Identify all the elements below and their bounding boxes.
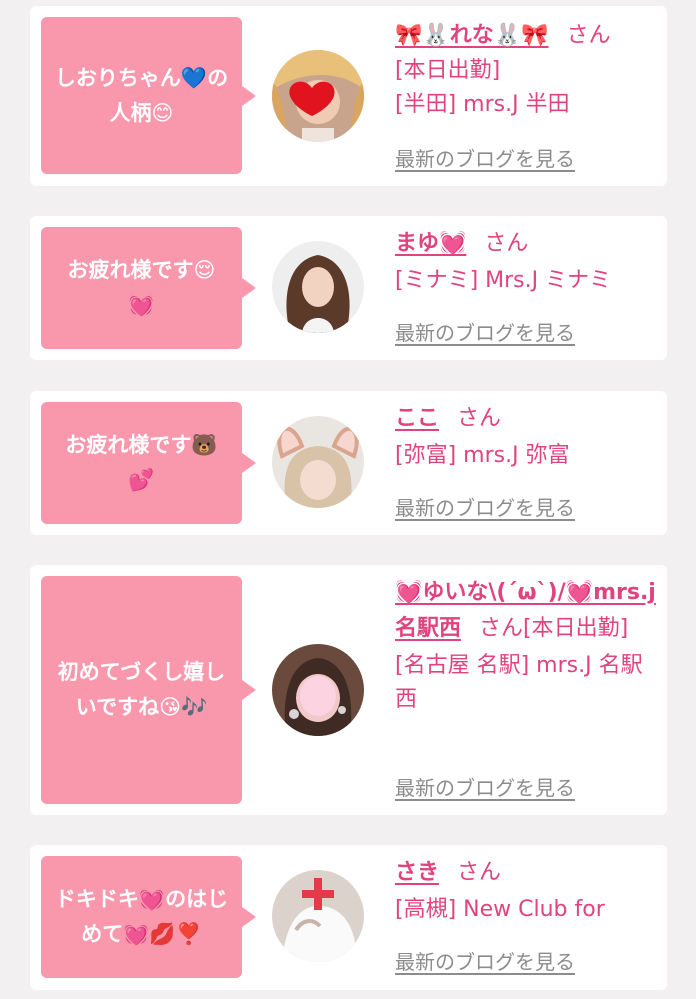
entry-info: ここ さん [弥富] mrs.J 弥富 [395,401,663,473]
cast-name-link[interactable]: 🎀🐰れな🐰🎀 [395,23,549,48]
entry-info: さき さん [高槻] New Club for [395,855,663,927]
comment-text: ドキドキ💓のはじ めて💓💋❣️ [54,887,229,946]
honorific-label: さん [457,860,502,885]
avatar[interactable] [272,870,364,962]
view-latest-blog-link[interactable]: 最新のブログを見る [395,946,575,975]
entry-info: まゆ💓 さん [ミナミ] Mrs.J ミナミ [395,226,663,298]
avatar-photo-longhair [272,241,364,333]
comment-text: 初めてづくし嬉し いですね😘🎶 [57,660,226,719]
avatar[interactable] [272,416,364,508]
honorific-label: さん [484,231,529,256]
cast-name-link[interactable]: さき [395,860,439,885]
honorific-label: さん [479,616,524,641]
honorific-label: さん [566,23,611,48]
avatar-photo-heart [272,50,364,142]
status-label: [本日出勤] [395,58,501,83]
name-line: まゆ💓 さん [395,226,663,262]
view-latest-blog-link[interactable]: 最新のブログを見る [395,143,575,172]
blog-card[interactable]: しおりちゃん💙の 人柄😊 🎀🐰れな🐰🎀 さん [本日出勤] [半田] mrs.J … [30,6,667,186]
shop-label: [高槻] New Club for [395,897,605,922]
entry-info: 🎀🐰れな🐰🎀 さん [本日出勤] [半田] mrs.J 半田 [395,18,663,122]
cast-name-link[interactable]: ここ [395,406,439,431]
blog-card[interactable]: お疲れ様です😌 💓 まゆ💓 さん [ミナミ] Mrs.J ミナミ 最新のブログを見… [30,216,667,360]
shop-label: [弥富] mrs.J 弥富 [395,443,570,468]
comment-bubble: お疲れ様です😌 💓 [41,227,256,349]
shop-label: [ミナミ] Mrs.J ミナミ [395,268,612,293]
name-line: さき さん [395,855,663,891]
avatar[interactable] [272,241,364,333]
comment-text: お疲れ様です🐻 💕 [65,433,218,492]
name-line: 💓ゆいな\(´ω`)/💓mrs.j名駅西 さん[本日出勤] [395,575,663,647]
blog-card[interactable]: ドキドキ💓のはじ めて💓💋❣️ さき さん [高槻] New Club for 最… [30,845,667,990]
view-latest-blog-link[interactable]: 最新のブログを見る [395,492,575,521]
avatar[interactable] [272,644,364,736]
avatar-photo-nurse [272,870,364,962]
view-latest-blog-link[interactable]: 最新のブログを見る [395,317,575,346]
shop-label: [名古屋 名駅] mrs.J 名駅西 [395,653,643,712]
avatar[interactable] [272,50,364,142]
comment-text: お疲れ様です😌 💓 [67,258,216,317]
comment-bubble: お疲れ様です🐻 💕 [41,402,256,524]
blog-card[interactable]: お疲れ様です🐻 💕 ここ さん [弥富] mrs.J 弥富 最新のブログを見る [30,391,667,535]
cast-name-link[interactable]: まゆ💓 [395,231,466,256]
avatar-photo-blurred [272,644,364,736]
comment-text: しおりちゃん💙の 人柄😊 [54,65,229,125]
comment-bubble: しおりちゃん💙の 人柄😊 [41,17,256,174]
avatar-photo-bunnyears [272,416,364,508]
entry-info: 💓ゆいな\(´ω`)/💓mrs.j名駅西 さん[本日出勤] [名古屋 名駅] mr… [395,575,663,717]
honorific-label: さん [457,406,502,431]
name-line: 🎀🐰れな🐰🎀 さん [395,18,663,54]
status-label: [本日出勤] [523,616,629,641]
comment-bubble: 初めてづくし嬉し いですね😘🎶 [41,576,256,804]
shop-label: [半田] mrs.J 半田 [395,92,570,117]
blog-card[interactable]: 初めてづくし嬉し いですね😘🎶 💓ゆいな\(´ω`)/💓mrs.j名駅西 さん[本… [30,565,667,815]
comment-bubble: ドキドキ💓のはじ めて💓💋❣️ [41,856,256,978]
name-line: ここ さん [395,401,663,437]
view-latest-blog-link[interactable]: 最新のブログを見る [395,772,575,801]
